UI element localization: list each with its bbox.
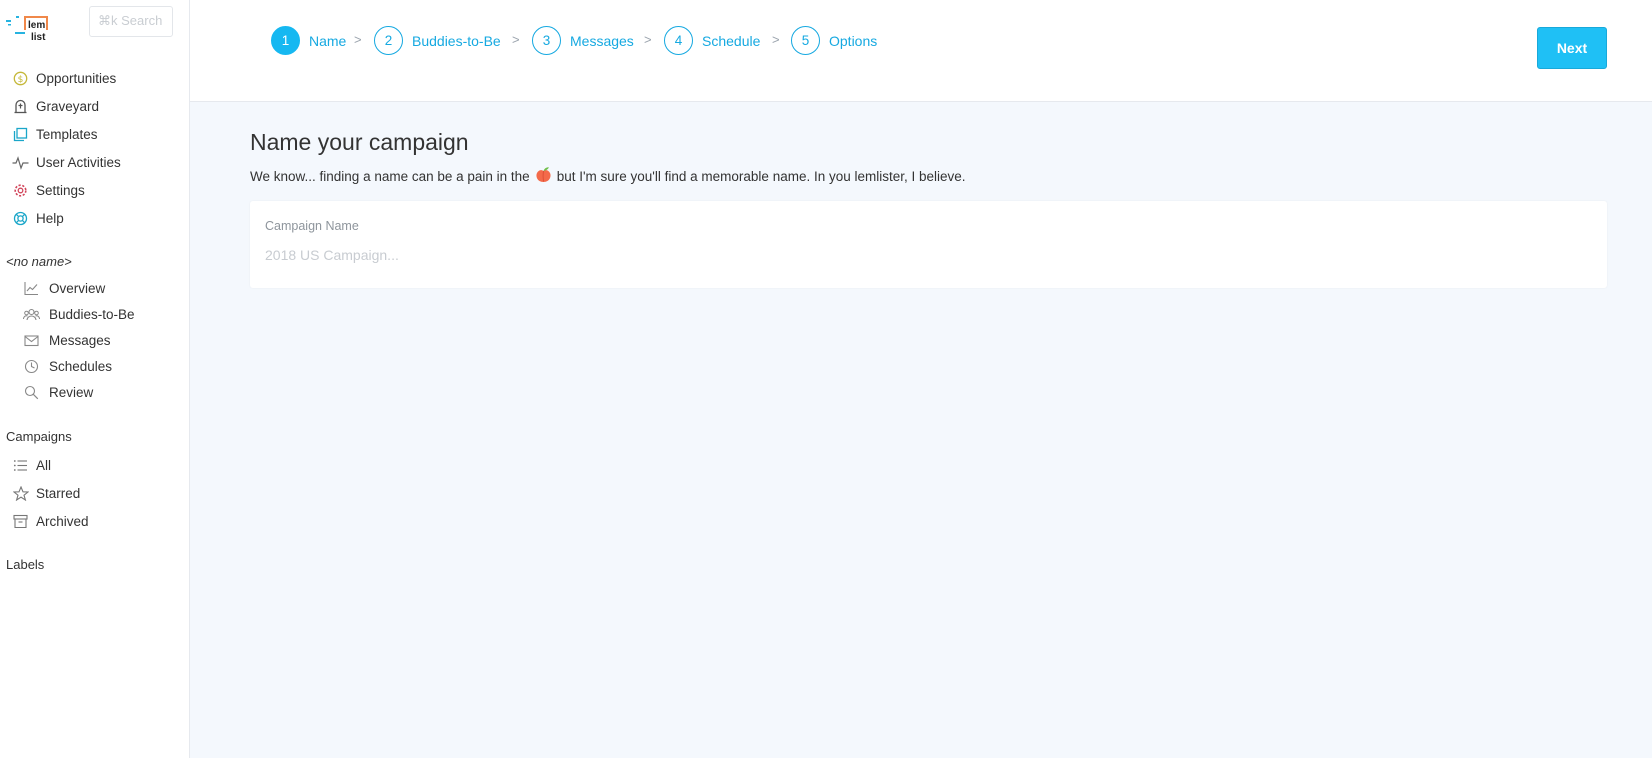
sidebar-item-opportunities[interactable]: $ Opportunities [12, 67, 116, 89]
sidebar-item-label: All [36, 457, 52, 473]
page-title: Name your campaign [250, 129, 469, 155]
campaign-name-card: Campaign Name [250, 201, 1607, 288]
lemlist-logo[interactable]: lem list [6, 13, 48, 43]
subtitle-text-before: We know... finding a name can be a pain … [250, 168, 530, 184]
envelope-icon [23, 332, 40, 349]
sidebar-item-review[interactable]: Review [23, 381, 93, 403]
search-icon [23, 384, 40, 401]
sidebar-item-graveyard[interactable]: Graveyard [12, 95, 99, 117]
campaign-name-input[interactable] [265, 244, 1585, 266]
wizard-header: 1 Name > 2 Buddies-to-Be > 3 Messages > … [190, 0, 1652, 102]
sidebar-item-starred[interactable]: Starred [12, 482, 80, 504]
sidebar-item-label: User Activities [36, 154, 121, 170]
step-number: 3 [532, 26, 561, 55]
sidebar-item-all[interactable]: All [12, 454, 51, 476]
current-campaign-name: <no name> [6, 254, 72, 269]
step-separator: > [644, 32, 652, 47]
sidebar-item-label: Buddies-to-Be [49, 306, 135, 322]
sidebar-item-label: Help [36, 210, 64, 226]
sidebar-item-label: Overview [49, 280, 106, 296]
sidebar-item-templates[interactable]: Templates [12, 123, 98, 145]
sidebar-item-messages[interactable]: Messages [23, 329, 111, 351]
tombstone-icon [12, 98, 29, 115]
copy-icon [12, 126, 29, 143]
sidebar-item-settings[interactable]: Settings [12, 179, 85, 201]
step-messages[interactable]: 3 Messages [532, 26, 634, 55]
main-content: Name your campaign We know... finding a … [190, 102, 1652, 758]
step-buddies-to-be[interactable]: 2 Buddies-to-Be [374, 26, 501, 55]
svg-text:$: $ [18, 74, 24, 84]
sidebar-item-schedules[interactable]: Schedules [23, 355, 112, 377]
sidebar-item-archived[interactable]: Archived [12, 510, 89, 532]
sidebar-item-label: Schedules [49, 358, 113, 374]
step-separator: > [354, 32, 362, 47]
sidebar-item-label: Starred [36, 485, 81, 501]
step-separator: > [772, 32, 780, 47]
campaign-name-label: Campaign Name [265, 219, 359, 233]
logo-text-bottom: list [31, 32, 46, 43]
sidebar-item-label: Templates [36, 126, 98, 142]
logo-text-top: lem [28, 20, 45, 31]
subtitle-text-after: but I'm sure you'll find a memorable nam… [556, 168, 966, 184]
step-label: Buddies-to-Be [412, 32, 501, 49]
gear-icon [12, 182, 29, 199]
step-number: 1 [271, 26, 300, 55]
sidebar-item-buddies-to-be[interactable]: Buddies-to-Be [23, 303, 135, 325]
labels-section-title[interactable]: Labels [6, 557, 44, 572]
sidebar-item-label: Review [49, 384, 94, 400]
clock-icon [23, 358, 40, 375]
search-input[interactable]: ⌘k Search [89, 6, 173, 37]
dollar-coin-icon: $ [12, 70, 29, 87]
step-schedule[interactable]: 4 Schedule [664, 26, 760, 55]
list-icon [12, 457, 29, 474]
step-number: 4 [664, 26, 693, 55]
archive-icon [12, 513, 29, 530]
sidebar-item-label: Graveyard [36, 98, 100, 114]
step-label: Name [309, 32, 347, 49]
campaigns-section-title: Campaigns [6, 429, 72, 444]
step-number: 2 [374, 26, 403, 55]
sidebar: lem list ⌘k Search $ Opportunities Grave… [0, 0, 190, 758]
step-name[interactable]: 1 Name [271, 26, 346, 55]
lifebuoy-icon [12, 210, 29, 227]
sidebar-item-overview[interactable]: Overview [23, 277, 105, 299]
sidebar-item-user-activities[interactable]: User Activities [12, 151, 121, 173]
users-icon [23, 306, 40, 323]
step-label: Options [829, 32, 878, 49]
logo-icon: lem list [6, 16, 48, 43]
page-subtitle: We know... finding a name can be a pain … [250, 166, 966, 186]
sidebar-item-label: Settings [36, 182, 85, 198]
step-label: Schedule [702, 32, 761, 49]
star-icon [12, 485, 29, 502]
sidebar-item-help[interactable]: Help [12, 207, 64, 229]
step-label: Messages [570, 32, 634, 49]
next-button[interactable]: Next [1537, 27, 1607, 69]
pulse-icon [12, 154, 29, 171]
sidebar-item-label: Archived [36, 513, 89, 529]
chart-icon [23, 280, 40, 297]
sidebar-item-label: Opportunities [36, 70, 117, 86]
peach-emoji-icon [535, 166, 552, 186]
sidebar-item-label: Messages [49, 332, 111, 348]
step-number: 5 [791, 26, 820, 55]
step-separator: > [512, 32, 520, 47]
step-options[interactable]: 5 Options [791, 26, 877, 55]
